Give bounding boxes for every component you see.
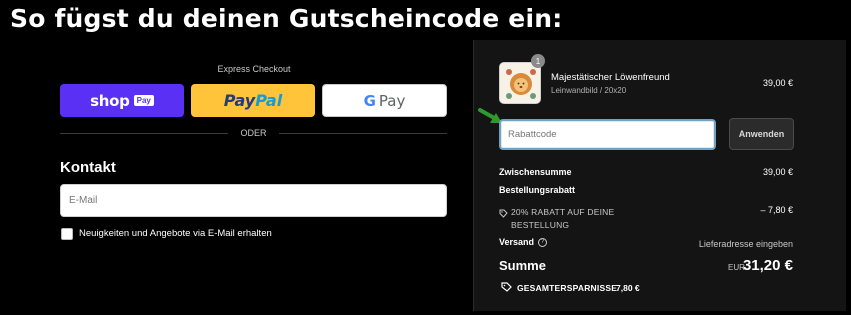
page-headline: So fügst du deinen Gutscheincode ein: [10,4,563,33]
product-price: 39,00 € [762,78,793,88]
google-g-icon: G [363,91,376,110]
shop-pay-button[interactable]: shop Pay [60,84,184,117]
savings-value: 7,80 € [616,283,640,293]
shipping-value: Lieferadresse eingeben [698,239,793,249]
paypal-button[interactable]: Pay Pal [191,84,315,117]
checkout-form: Express Checkout shop Pay Pay Pal G Pay O… [0,40,473,315]
total-label: Summe [499,258,546,273]
express-checkout-label: Express Checkout [217,64,291,74]
newsletter-checkbox[interactable] [61,228,73,240]
divider-right [279,133,447,134]
email-field[interactable] [60,184,447,217]
order-discount-label: Bestellungsrabatt [499,185,576,195]
lion-image-icon [500,63,540,103]
newsletter-label: Neuigkeiten und Angebote via E-Mail erha… [79,228,272,239]
shipping-row: Versand? [499,237,548,248]
product-variant: Leinwandbild / 20x20 [551,86,627,95]
info-icon[interactable]: ? [538,238,548,248]
total-value: 31,20 € [742,257,793,274]
product-thumbnail [499,62,541,104]
shop-pay-badge: Pay [133,95,154,106]
promo-value: – 7,80 € [760,205,793,215]
divider-left [60,133,228,134]
order-summary: 1 Majestätischer Löwenfreund Leinwandbil… [473,40,846,311]
quantity-badge: 1 [531,54,545,68]
paypal-logo-pay: Pay [223,91,256,110]
shop-pay-logo: shop [90,91,130,110]
savings-label: GESAMTERSPARNISSE [517,283,618,293]
contact-heading: Kontakt [60,159,116,176]
apply-discount-button[interactable]: Anwenden [729,118,794,150]
subtotal-label: Zwischensumme [499,167,572,177]
subtotal-value: 39,00 € [762,167,793,177]
paypal-logo-pal: Pal [255,91,283,110]
divider-label: ODER [240,128,267,138]
google-pay-button[interactable]: G Pay [322,84,447,117]
shipping-label: Versand [499,237,535,247]
product-name: Majestätischer Löwenfreund [551,72,670,83]
discount-code-input[interactable] [499,119,716,150]
tag-icon [499,209,508,218]
savings-tag-icon [501,282,512,292]
google-pay-label: Pay [378,91,406,110]
promo-description: 20% RABATT AUF DEINE BESTELLUNG [511,207,615,230]
